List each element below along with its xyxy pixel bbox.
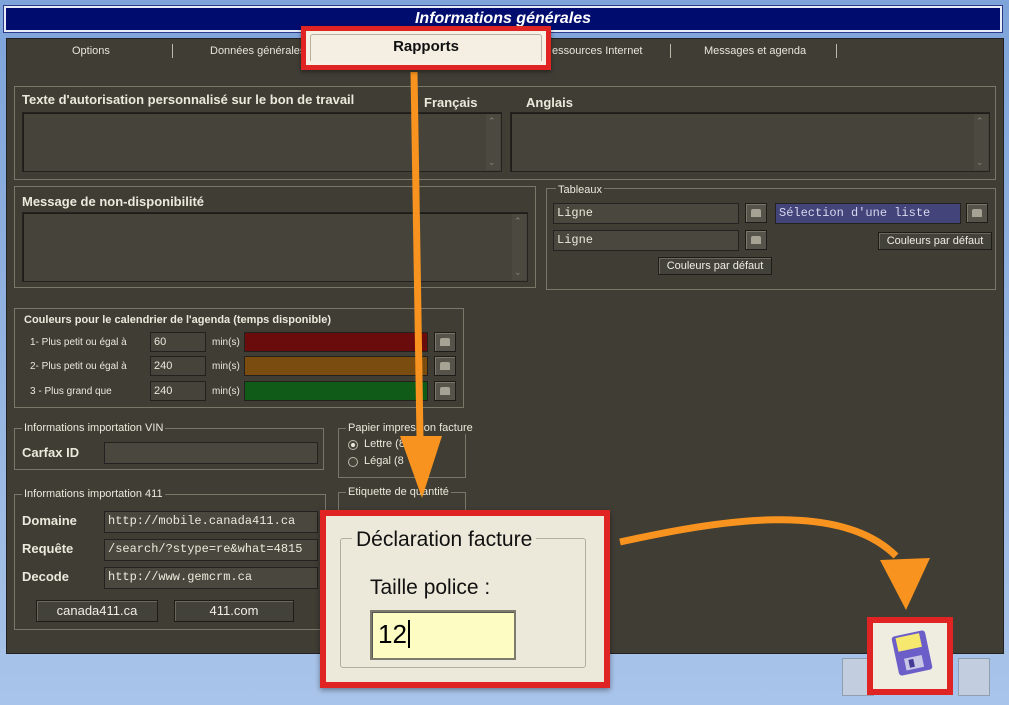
declaration-facture-highlight: Déclaration facture Taille police : 12 <box>320 510 610 688</box>
canada411-button[interactable]: canada411.ca <box>36 600 158 622</box>
decode-label: Decode <box>22 569 69 584</box>
default-colors-button-right[interactable]: Couleurs par défaut <box>878 232 992 250</box>
import411-title: Informations importation 411 <box>22 488 165 500</box>
carfax-label: Carfax ID <box>22 445 80 460</box>
requete-input[interactable]: /search/?stype=re&what=4815 <box>104 539 318 561</box>
agenda-row-label: 3 - Plus grand que <box>30 386 112 397</box>
font-size-input[interactable]: 12 <box>370 610 516 660</box>
scrollbar[interactable]: ⌃ ⌄ <box>512 214 526 280</box>
agenda-row-unit: min(s) <box>212 386 240 397</box>
color-picker-icon[interactable] <box>434 332 456 352</box>
rapports-tab-highlight: Rapports <box>301 26 551 70</box>
scrollbar[interactable]: ⌃ ⌄ <box>486 114 500 170</box>
411com-button[interactable]: 411.com <box>174 600 294 622</box>
agenda-row-1-value[interactable]: 60 <box>150 332 206 352</box>
color-picker-icon[interactable] <box>434 356 456 376</box>
tableaux-ligne-field-2[interactable]: Ligne <box>553 230 739 251</box>
agenda-row-unit: min(s) <box>212 337 240 348</box>
quantity-title: Etiquette de quantité <box>346 486 451 498</box>
authorization-english-textarea[interactable]: ⌃ ⌄ <box>510 112 990 172</box>
tab-ressources-internet[interactable]: essources Internet <box>552 45 643 57</box>
agenda-row-label: 2- Plus petit ou égal à <box>30 361 127 372</box>
tab-separator <box>172 44 173 58</box>
tab-separator <box>670 44 671 58</box>
francais-label: Français <box>424 95 478 110</box>
tab-rapports[interactable]: Rapports <box>310 34 542 61</box>
tab-donnees-generales[interactable]: Données générales <box>210 45 305 57</box>
vin-title: Informations importation VIN <box>22 422 166 434</box>
tab-separator <box>836 44 837 58</box>
authorization-title: Texte d'autorisation personnalisé sur le… <box>22 92 355 107</box>
agenda-row-unit: min(s) <box>212 361 240 372</box>
default-colors-button-center[interactable]: Couleurs par défaut <box>658 257 772 275</box>
paper-group <box>338 428 466 478</box>
text-caret <box>407 620 410 648</box>
unavailability-title: Message de non-disponibilité <box>22 194 205 209</box>
agenda-row-1-color-swatch <box>244 332 428 352</box>
scrollbar[interactable]: ⌃ ⌄ <box>974 114 988 170</box>
paper-legal-radio[interactable] <box>348 457 358 467</box>
tableaux-ligne-field-1[interactable]: Ligne <box>553 203 739 224</box>
agenda-row-2-color-swatch <box>244 356 428 376</box>
agenda-row-3-color-swatch <box>244 381 428 401</box>
agenda-row-3-value[interactable]: 240 <box>150 381 206 401</box>
color-picker-icon[interactable] <box>745 230 767 250</box>
agenda-row-2-value[interactable]: 240 <box>150 356 206 376</box>
declaration-title: Déclaration facture <box>352 528 537 552</box>
paper-title: Papier impression facture <box>346 422 475 434</box>
domaine-label: Domaine <box>22 513 77 528</box>
floppy-save-icon <box>891 630 933 676</box>
domaine-input[interactable]: http://mobile.canada411.ca <box>104 511 318 533</box>
agenda-row-label: 1- Plus petit ou égal à <box>30 337 127 348</box>
anglais-label: Anglais <box>526 95 573 110</box>
unavailability-textarea[interactable]: ⌃ ⌄ <box>22 212 528 282</box>
tab-options[interactable]: Options <box>72 45 110 57</box>
paper-letter-label: Lettre (8.5x11 <box>364 438 432 450</box>
color-picker-icon[interactable] <box>434 381 456 401</box>
color-picker-icon[interactable] <box>966 203 988 223</box>
font-size-value: 12 <box>378 619 407 649</box>
carfax-id-input[interactable] <box>104 442 318 464</box>
paper-legal-label: Légal (8 <box>364 455 404 467</box>
color-picker-icon[interactable] <box>745 203 767 223</box>
agenda-colors-title: Couleurs pour le calendrier de l'agenda … <box>24 314 332 326</box>
tab-messages-agenda[interactable]: Messages et agenda <box>704 45 806 57</box>
decode-input[interactable]: http://www.gemcrm.ca <box>104 567 318 589</box>
authorization-french-textarea[interactable]: ⌃ ⌄ <box>22 112 502 172</box>
tableaux-selection-field[interactable]: Sélection d'une liste <box>775 203 961 224</box>
tableaux-title: Tableaux <box>556 184 605 196</box>
font-size-label: Taille police : <box>370 576 491 599</box>
save-button[interactable] <box>867 617 953 695</box>
requete-label: Requête <box>22 541 74 556</box>
exit-icon[interactable] <box>958 658 990 696</box>
paper-letter-radio[interactable] <box>348 440 358 450</box>
